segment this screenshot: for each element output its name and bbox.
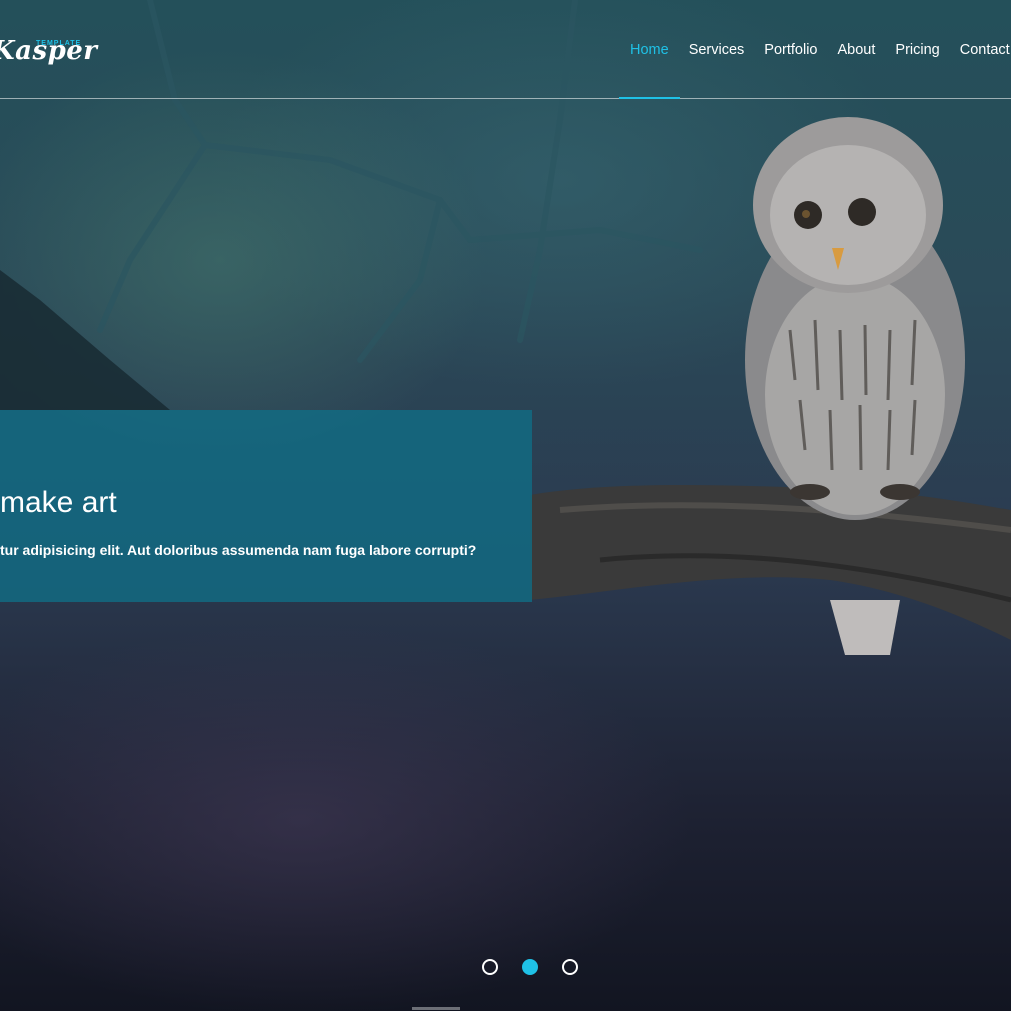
slide-dot-2[interactable] (522, 959, 538, 975)
nav-link-pricing[interactable]: Pricing (885, 40, 949, 98)
slide-text: tur adipisicing elit. Aut doloribus assu… (0, 542, 477, 558)
slide-caption: make art tur adipisicing elit. Aut dolor… (0, 410, 532, 602)
nav-link-contact[interactable]: Contact (950, 40, 1011, 98)
slide-dot-3[interactable] (562, 959, 578, 975)
nav-link-services[interactable]: Services (679, 40, 755, 98)
slider-pagination (482, 959, 602, 975)
slide-dot-1[interactable] (482, 959, 498, 975)
slide-title: make art (0, 486, 117, 519)
site-header: Kasper TEMPLATE Home Services Portfolio … (0, 0, 1011, 99)
logo-tagline: TEMPLATE (36, 40, 82, 47)
nav-link-portfolio[interactable]: Portfolio (754, 40, 827, 98)
main-nav: Home Services Portfolio About Pricing Co… (619, 40, 1011, 99)
scroll-indicator (412, 1007, 460, 1010)
nav-link-home[interactable]: Home (619, 40, 680, 99)
nav-link-about[interactable]: About (828, 40, 886, 98)
